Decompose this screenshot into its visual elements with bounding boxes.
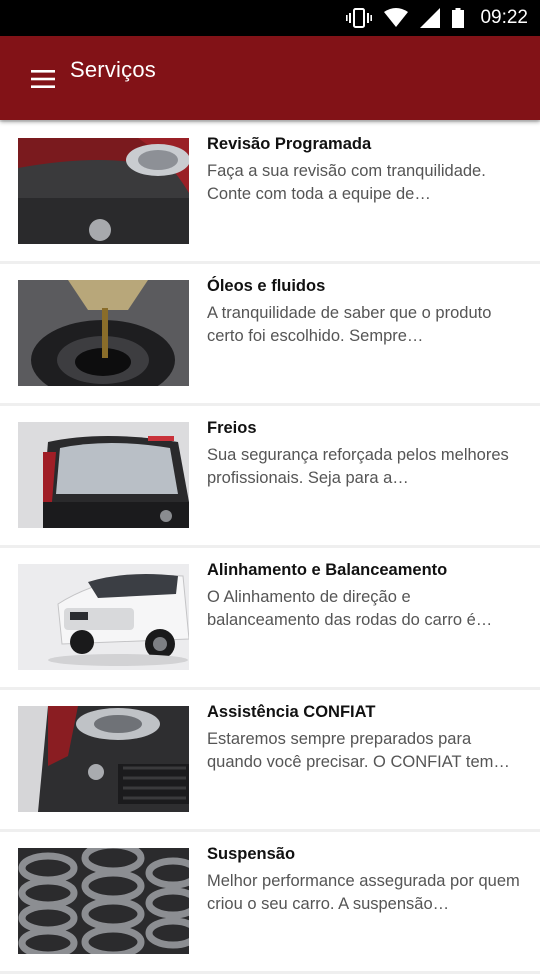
service-title: Revisão Programada <box>207 135 372 153</box>
service-item-suspensao[interactable]: Suspensão Melhor performance assegurada … <box>0 832 540 971</box>
service-description: O Alinhamento de direção e balanceamento… <box>207 588 493 629</box>
service-title: Freios <box>207 419 257 437</box>
red-car-headlight-photo <box>18 138 189 244</box>
service-description: A tranquilidade de saber que o produto c… <box>207 304 492 345</box>
service-item-alinhamento-e-balanceamento[interactable]: Alinhamento e Balanceamento O Alinhament… <box>0 548 540 687</box>
service-item-freios[interactable]: Freios Sua segurança reforçada pelos mel… <box>0 406 540 545</box>
service-description: Melhor performance assegurada por quem c… <box>207 872 520 913</box>
vibrate-icon <box>346 8 373 28</box>
service-title: Alinhamento e Balanceamento <box>207 561 448 579</box>
service-item-revisao-programada[interactable]: Revisão Programada Faça a sua revisão co… <box>0 122 540 261</box>
service-title: Suspensão <box>207 845 296 863</box>
service-thumbnail <box>18 706 189 812</box>
status-time: 09:22 <box>480 7 528 28</box>
car-rear-window-photo <box>18 422 189 528</box>
service-thumbnail <box>18 280 189 386</box>
service-thumbnail <box>18 564 189 670</box>
service-thumbnail <box>18 848 189 954</box>
car-bumper-closeup-photo <box>18 706 189 812</box>
app-bar: Serviços <box>0 36 540 120</box>
suspension-springs-photo <box>18 848 189 954</box>
wifi-icon <box>384 8 409 28</box>
service-title: Assistência CONFIAT <box>207 703 376 721</box>
oil-pouring-photo <box>18 280 189 386</box>
services-list: Revisão Programada Faça a sua revisão co… <box>0 122 540 974</box>
service-description: Faça a sua revisão com tranquilidade. Co… <box>207 162 486 203</box>
service-thumbnail <box>18 138 189 244</box>
service-description: Estaremos sempre preparados para quando … <box>207 730 510 771</box>
menu-button[interactable] <box>22 60 64 102</box>
service-thumbnail <box>18 422 189 528</box>
hamburger-menu-icon <box>31 69 55 93</box>
battery-icon <box>452 8 465 28</box>
service-title: Óleos e fluidos <box>207 277 326 295</box>
page-title: Serviços <box>70 57 156 82</box>
service-description: Sua segurança reforçada pelos melhores p… <box>207 446 509 487</box>
cell-signal-icon <box>420 8 441 28</box>
status-bar: 09:22 <box>0 0 540 36</box>
status-icons: 09:22 <box>346 0 528 36</box>
service-item-oleos-e-fluidos[interactable]: Óleos e fluidos A tranquilidade de saber… <box>0 264 540 403</box>
service-item-assistencia-confiat[interactable]: Assistência CONFIAT Estaremos sempre pre… <box>0 690 540 829</box>
white-car-front-photo <box>18 564 189 670</box>
